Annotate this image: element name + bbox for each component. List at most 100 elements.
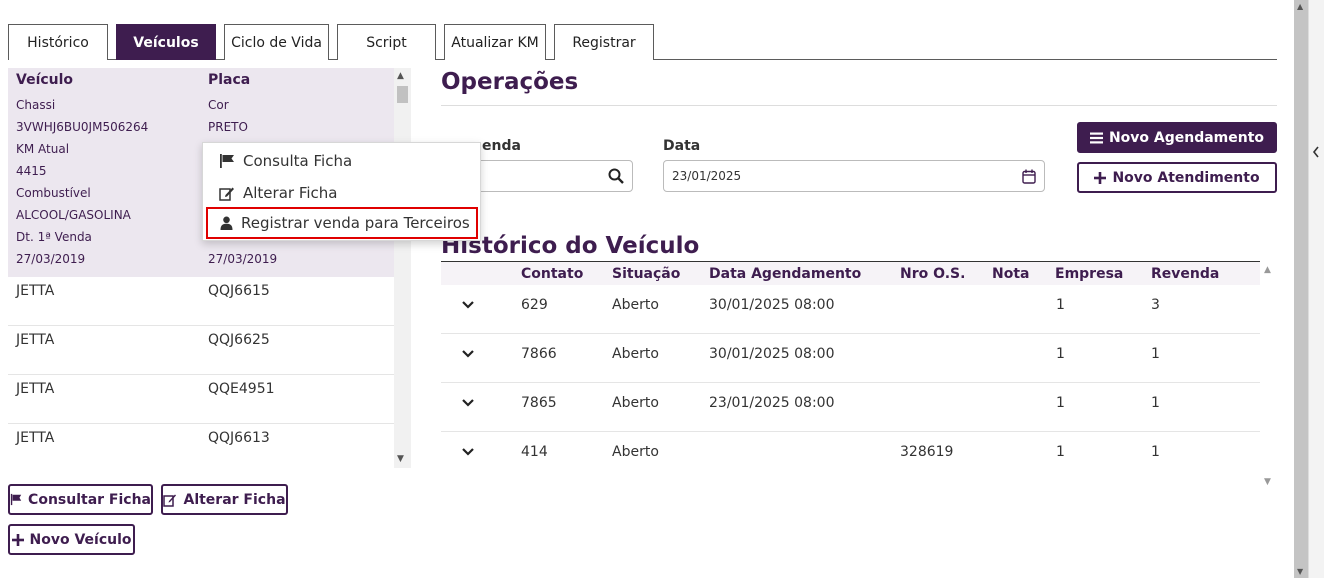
chassi-label: Chassi	[16, 98, 56, 112]
scroll-up-icon[interactable]: ▲	[1264, 265, 1271, 275]
novo-veiculo-button[interactable]: Novo Veículo	[8, 524, 135, 555]
plus-icon	[1094, 171, 1107, 184]
menu-item-consulta-ficha[interactable]: Consulta Ficha	[203, 145, 480, 177]
tab-atualizar-km[interactable]: Atualizar KM	[444, 24, 546, 60]
flag-icon	[10, 493, 22, 506]
menu-item-registrar-venda-terceiros[interactable]: Registrar venda para Terceiros	[206, 207, 478, 239]
km-value: 4415	[16, 164, 47, 178]
scroll-thumb[interactable]	[397, 86, 408, 103]
novo-agendamento-label: Novo Agendamento	[1108, 129, 1265, 146]
column-header-contato[interactable]: Contato	[521, 266, 583, 282]
edit-icon	[163, 494, 177, 507]
tab-script[interactable]: Script	[337, 24, 436, 60]
cell-data: 23/01/2025 08:00	[709, 395, 835, 411]
chevron-down-icon[interactable]	[462, 301, 474, 309]
calendar-icon[interactable]	[1022, 169, 1036, 184]
cell-contato: 7866	[521, 346, 557, 362]
dt-venda-value: 27/03/2019	[16, 252, 86, 266]
edit-icon	[219, 187, 234, 201]
list-item[interactable]: JETTA QQJ6613	[8, 424, 394, 473]
cor-value: PRETO	[208, 120, 248, 134]
cell-revenda: 1	[1151, 444, 1160, 460]
list-icon	[1089, 132, 1103, 143]
search-icon[interactable]	[608, 168, 624, 184]
dt-venda2-value: 27/03/2019	[208, 252, 278, 266]
flag-icon	[220, 154, 234, 168]
table-row[interactable]: 7865 Aberto 23/01/2025 08:00 1 1	[441, 383, 1260, 432]
column-header-situacao[interactable]: Situação	[612, 266, 680, 282]
vehicle-name: JETTA	[16, 332, 55, 348]
list-item[interactable]: JETTA QQJ6625	[8, 326, 394, 375]
chevron-down-icon[interactable]	[462, 399, 474, 407]
novo-atendimento-label: Novo Atendimento	[1112, 169, 1260, 186]
tab-veiculos[interactable]: Veículos	[116, 24, 216, 60]
consultar-ficha-button[interactable]: Consultar Ficha	[8, 484, 153, 515]
novo-atendimento-button[interactable]: Novo Atendimento	[1077, 162, 1277, 193]
tab-registrar[interactable]: Registrar	[554, 24, 654, 60]
consultar-ficha-label: Consultar Ficha	[28, 491, 151, 508]
page-scrollbar[interactable]: ▲ ▼	[1294, 0, 1308, 578]
cell-revenda: 1	[1151, 395, 1160, 411]
vehicle-plate: QQJ6615	[208, 283, 270, 299]
chevron-down-icon[interactable]	[462, 350, 474, 358]
vehicle-list-scrollbar[interactable]: ▲ ▼	[394, 68, 411, 468]
column-header-empresa[interactable]: Empresa	[1055, 266, 1123, 282]
menu-item-alterar-ficha[interactable]: Alterar Ficha	[203, 177, 480, 209]
chevron-down-icon[interactable]	[462, 448, 474, 456]
table-row[interactable]: 7866 Aberto 30/01/2025 08:00 1 1	[441, 334, 1260, 383]
alterar-ficha-label: Alterar Ficha	[183, 491, 286, 508]
historico-scrollbar[interactable]: ▲ ▼	[1260, 261, 1277, 490]
cell-situacao: Aberto	[612, 346, 659, 362]
combustivel-label: Combustível	[16, 186, 91, 200]
cell-situacao: Aberto	[612, 395, 659, 411]
chevron-left-icon[interactable]	[1312, 146, 1320, 158]
divider	[441, 105, 1277, 106]
cell-revenda: 1	[1151, 346, 1160, 362]
operacoes-title: Operações	[441, 69, 579, 95]
novo-agendamento-button[interactable]: Novo Agendamento	[1077, 122, 1277, 153]
data-label: Data	[663, 138, 701, 154]
list-item[interactable]: JETTA QQJ6615	[8, 277, 394, 326]
historico-table: Contato Situação Data Agendamento Nro O.…	[441, 261, 1277, 490]
column-header-data-agendamento[interactable]: Data Agendamento	[709, 266, 861, 282]
tab-ciclo-de-vida[interactable]: Ciclo de Vida	[224, 24, 329, 60]
cell-empresa: 1	[1056, 297, 1065, 313]
cell-empresa: 1	[1056, 444, 1065, 460]
cell-os: 328619	[900, 444, 954, 460]
table-row[interactable]: 414 Aberto 328619 1 1	[441, 432, 1260, 481]
table-header: Contato Situação Data Agendamento Nro O.…	[441, 261, 1260, 285]
vehicle-column-header: Veículo	[16, 72, 74, 88]
scroll-up-icon[interactable]: ▲	[397, 71, 404, 81]
cell-empresa: 1	[1056, 346, 1065, 362]
cell-empresa: 1	[1056, 395, 1065, 411]
side-panel-toggle[interactable]	[1308, 0, 1324, 578]
alterar-ficha-button[interactable]: Alterar Ficha	[161, 484, 288, 515]
vehicle-context-menu: Consulta Ficha Alterar Ficha Registrar v…	[202, 142, 481, 241]
plate-column-header: Placa	[208, 72, 251, 88]
scroll-down-icon[interactable]: ▼	[1297, 567, 1303, 576]
menu-item-label: Consulta Ficha	[243, 152, 353, 170]
scroll-down-icon[interactable]: ▼	[1264, 477, 1271, 487]
column-header-revenda[interactable]: Revenda	[1151, 266, 1219, 282]
scroll-down-icon[interactable]: ▼	[397, 454, 404, 464]
table-row[interactable]: 629 Aberto 30/01/2025 08:00 1 3	[441, 285, 1260, 334]
tab-historico[interactable]: Histórico	[8, 24, 108, 60]
list-item[interactable]: JETTA QQE4951	[8, 375, 394, 424]
cell-revenda: 3	[1151, 297, 1160, 313]
chassi-value: 3VWHJ6BU0JM506264	[16, 120, 149, 134]
combustivel-value: ALCOOL/GASOLINA	[16, 208, 131, 222]
data-input[interactable]: 23/01/2025	[663, 160, 1045, 192]
revenda-label: enda	[482, 138, 521, 154]
tab-bar: Histórico Veículos Ciclo de Vida Script …	[8, 24, 1277, 60]
vehicle-plate: QQE4951	[208, 381, 275, 397]
menu-item-label: Registrar venda para Terceiros	[241, 214, 470, 232]
vehicle-name: JETTA	[16, 283, 55, 299]
column-header-nro-os[interactable]: Nro O.S.	[900, 266, 965, 282]
scroll-up-icon[interactable]: ▲	[1297, 2, 1303, 11]
user-icon	[220, 216, 233, 230]
cell-contato: 7865	[521, 395, 557, 411]
column-header-nota[interactable]: Nota	[992, 266, 1029, 282]
dt-venda-label: Dt. 1ª Venda	[16, 230, 92, 244]
vehicle-plate: QQJ6625	[208, 332, 270, 348]
cell-situacao: Aberto	[612, 444, 659, 460]
